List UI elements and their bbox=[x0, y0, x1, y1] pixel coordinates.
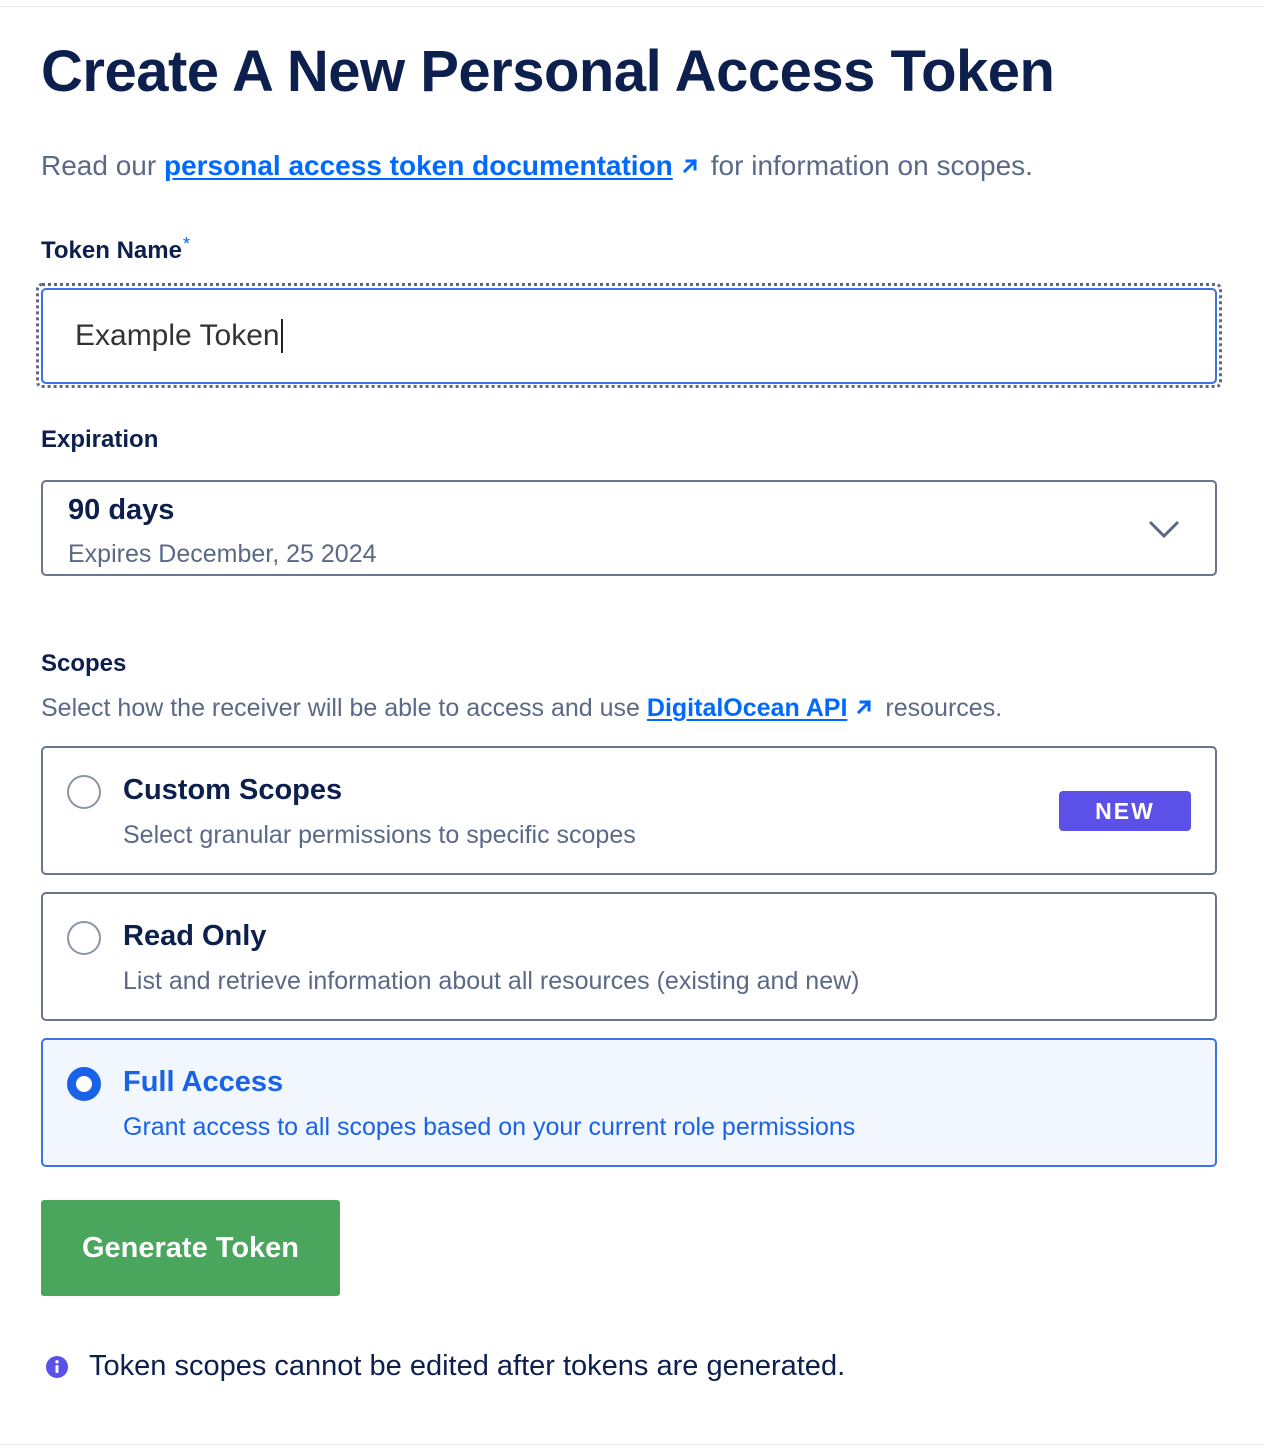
bottom-divider bbox=[0, 1444, 1264, 1445]
scope-option-read-only[interactable]: Read Only List and retrieve information … bbox=[41, 892, 1217, 1021]
token-docs-link[interactable]: personal access token documentation bbox=[164, 150, 673, 181]
expiration-selected-value: 90 days bbox=[68, 494, 175, 526]
radio-icon[interactable] bbox=[67, 775, 101, 809]
info-note-text: Token scopes cannot be edited after toke… bbox=[89, 1350, 846, 1382]
scopes-desc-prefix: Select how the receiver will be able to … bbox=[41, 694, 640, 722]
new-badge: NEW bbox=[1059, 791, 1191, 831]
token-name-value: Example Token bbox=[75, 319, 280, 352]
expiration-date-text: Expires December, 25 2024 bbox=[68, 540, 377, 568]
text-caret bbox=[280, 319, 283, 353]
scopes-description: Select how the receiver will be able to … bbox=[41, 694, 1002, 723]
info-icon bbox=[46, 1355, 68, 1378]
scopes-label: Scopes bbox=[41, 650, 127, 677]
token-name-label-text: Token Name bbox=[41, 237, 182, 264]
scopes-desc-suffix: resources. bbox=[885, 694, 1003, 722]
intro-text: Read our personal access token documenta… bbox=[41, 150, 1033, 182]
expiration-select[interactable]: 90 days Expires December, 25 2024 bbox=[41, 480, 1217, 576]
external-link-icon[interactable] bbox=[853, 696, 875, 718]
required-mark: * bbox=[182, 234, 190, 254]
page-title: Create A New Personal Access Token bbox=[41, 39, 1055, 104]
scope-option-title: Read Only bbox=[123, 920, 267, 952]
scope-option-desc: Select granular permissions to specific … bbox=[123, 821, 636, 849]
top-divider bbox=[0, 6, 1264, 7]
info-note: Token scopes cannot be edited after toke… bbox=[45, 1350, 845, 1383]
scope-option-title: Full Access bbox=[123, 1066, 284, 1098]
token-name-input[interactable]: Example Token bbox=[41, 288, 1217, 384]
external-link-icon[interactable] bbox=[679, 155, 701, 177]
chevron-down-icon bbox=[1148, 520, 1180, 539]
scope-option-desc: Grant access to all scopes based on your… bbox=[123, 1113, 856, 1141]
intro-suffix: for information on scopes. bbox=[710, 150, 1033, 181]
radio-selected-icon[interactable] bbox=[67, 1067, 101, 1101]
digitalocean-api-link[interactable]: DigitalOcean API bbox=[647, 694, 848, 722]
scope-option-title: Custom Scopes bbox=[123, 774, 343, 806]
scope-option-full-access[interactable]: Full Access Grant access to all scopes b… bbox=[41, 1038, 1217, 1167]
scope-option-desc: List and retrieve information about all … bbox=[123, 967, 860, 995]
intro-prefix: Read our bbox=[41, 150, 157, 181]
scope-option-custom[interactable]: Custom Scopes Select granular permission… bbox=[41, 746, 1217, 875]
token-name-label: Token Name* bbox=[41, 234, 190, 265]
expiration-label: Expiration bbox=[41, 426, 159, 453]
radio-icon[interactable] bbox=[67, 921, 101, 955]
generate-token-button[interactable]: Generate Token bbox=[41, 1200, 340, 1296]
